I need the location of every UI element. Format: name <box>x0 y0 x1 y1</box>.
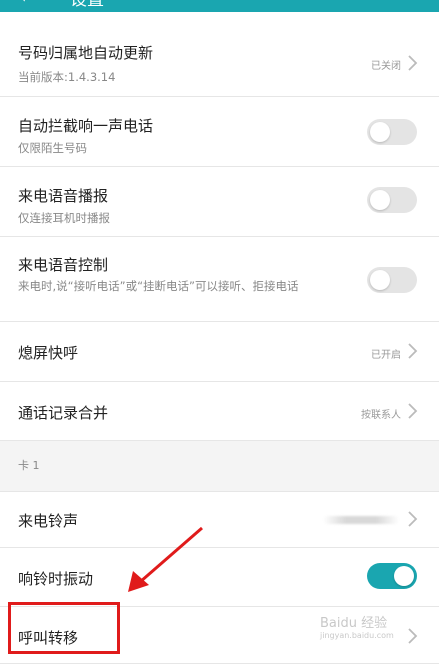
setting-title: 号码归属地自动更新 <box>18 44 154 62</box>
blurred-ringtone-value <box>323 516 399 524</box>
setting-vibrate[interactable]: 响铃时振动 <box>0 548 439 607</box>
settings-list: 号码归属地自动更新 当前版本:1.4.3.14 已关闭 自动拦截响一声电话 仅限… <box>0 12 439 664</box>
setting-title: 自动拦截响一声电话 <box>18 117 154 135</box>
setting-value: 已关闭 <box>371 61 401 72</box>
setting-voice-control[interactable]: 来电语音控制 来电时,说“接听电话”或“挂断电话”可以接听、拒接电话 <box>0 237 439 322</box>
setting-merge-call-log[interactable]: 通话记录合并 按联系人 <box>0 382 439 441</box>
setting-number-update[interactable]: 号码归属地自动更新 当前版本:1.4.3.14 已关闭 <box>0 12 439 97</box>
setting-voice-announce[interactable]: 来电语音播报 仅连接耳机时播报 <box>0 167 439 237</box>
watermark-url: jingyan.baidu.com <box>320 631 394 640</box>
voice-announce-toggle[interactable] <box>367 187 417 213</box>
toggle-knob <box>370 122 390 142</box>
setting-subtitle: 仅连接耳机时播报 <box>18 211 110 225</box>
section-label: 卡 1 <box>18 459 40 472</box>
setting-screen-off-call[interactable]: 熄屏快呼 已开启 <box>0 322 439 382</box>
setting-value: 已开启 <box>371 350 401 361</box>
call-forward-highlight-box <box>8 602 120 654</box>
toggle-knob <box>370 190 390 210</box>
setting-subtitle: 仅限陌生号码 <box>18 141 87 155</box>
block-one-ring-toggle[interactable] <box>367 119 417 145</box>
setting-subtitle: 当前版本:1.4.3.14 <box>18 70 116 84</box>
setting-title: 熄屏快呼 <box>18 344 79 362</box>
back-arrow-icon[interactable]: ‹ <box>18 0 27 8</box>
toggle-knob <box>394 566 414 586</box>
setting-title: 来电铃声 <box>18 512 79 530</box>
setting-title: 响铃时振动 <box>18 570 94 588</box>
setting-block-one-ring[interactable]: 自动拦截响一声电话 仅限陌生号码 <box>0 97 439 167</box>
chevron-right-icon <box>408 343 418 359</box>
setting-ringtone[interactable]: 来电铃声 <box>0 492 439 548</box>
setting-title: 来电语音播报 <box>18 187 109 205</box>
section-header-card1: 卡 1 <box>0 441 439 492</box>
toggle-knob <box>370 270 390 290</box>
setting-title: 通话记录合并 <box>18 404 109 422</box>
voice-control-toggle[interactable] <box>367 267 417 293</box>
chevron-right-icon <box>408 55 418 71</box>
setting-subtitle: 来电时,说“接听电话”或“挂断电话”可以接听、拒接电话 <box>18 279 299 293</box>
app-bar: ‹ 设置 <box>0 0 439 12</box>
baidu-watermark: Baidu 经验 jingyan.baidu.com <box>320 612 394 640</box>
setting-title: 来电语音控制 <box>18 256 109 274</box>
page-title: 设置 <box>70 0 104 10</box>
setting-value: 按联系人 <box>361 410 401 421</box>
vibrate-toggle[interactable] <box>367 563 417 589</box>
chevron-right-icon <box>408 511 418 527</box>
chevron-right-icon <box>408 403 418 419</box>
chevron-right-icon <box>408 628 418 644</box>
watermark-title: Baidu 经验 <box>320 616 388 631</box>
